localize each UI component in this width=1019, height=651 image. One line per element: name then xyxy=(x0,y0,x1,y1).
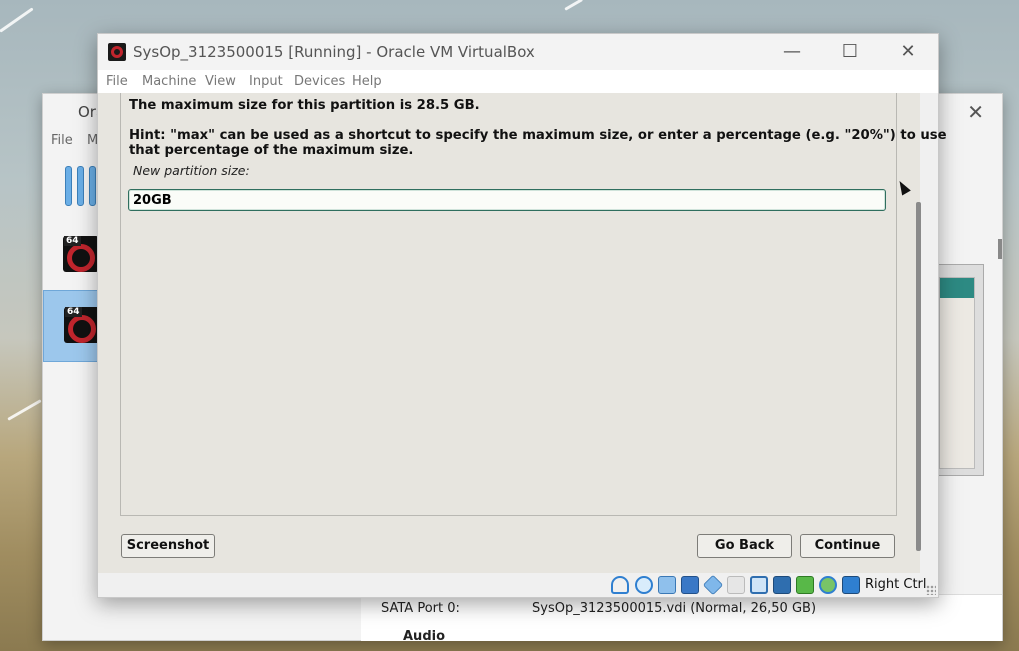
tools-icon[interactable] xyxy=(65,166,101,206)
usb-icon[interactable] xyxy=(702,574,724,596)
vm-preview-thumbnail xyxy=(938,264,984,476)
menu-machine[interactable]: Machine xyxy=(142,74,196,89)
guest-screen[interactable]: The maximum size for this partition is 2… xyxy=(98,93,947,573)
guest-scrollbar[interactable] xyxy=(916,202,921,551)
hard-disk-icon[interactable] xyxy=(611,576,629,594)
audio-section-label: Audio xyxy=(403,629,446,644)
wallpaper-streak xyxy=(0,7,34,33)
vm-menubar: File Machine View Input Devices Help xyxy=(98,70,938,93)
cpu-icon[interactable] xyxy=(819,576,837,594)
screenshot-button[interactable]: Screenshot xyxy=(121,534,215,558)
hint-text-line-1: Hint: "max" can be used as a shortcut to… xyxy=(129,128,947,143)
optical-drive-icon[interactable] xyxy=(635,576,653,594)
vm-list-item[interactable]: 64 xyxy=(43,220,103,290)
network-icon[interactable] xyxy=(681,576,699,594)
wallpaper-streak xyxy=(7,399,42,421)
close-button[interactable]: ✕ xyxy=(888,38,928,66)
vm-statusbar: Right Ctrl xyxy=(98,573,938,597)
minimize-button[interactable]: — xyxy=(772,38,812,66)
manager-scrollbar[interactable] xyxy=(998,239,1002,259)
maximize-button[interactable]: ☐ xyxy=(830,38,870,66)
manager-menu-file[interactable]: File xyxy=(51,133,73,148)
partition-size-input[interactable] xyxy=(128,189,886,211)
vm-window-title: SysOp_3123500015 [Running] - Oracle VM V… xyxy=(133,43,535,61)
display-icon[interactable] xyxy=(750,576,768,594)
mouse-integration-icon[interactable] xyxy=(842,576,860,594)
menu-help[interactable]: Help xyxy=(352,74,382,89)
badge-64: 64 xyxy=(64,236,81,246)
sata-port-value: SysOp_3123500015.vdi (Normal, 26,50 GB) xyxy=(532,601,817,616)
shared-folders-icon[interactable] xyxy=(727,576,745,594)
hint-text-line-2: that percentage of the maximum size. xyxy=(129,143,414,158)
max-size-text: The maximum size for this partition is 2… xyxy=(129,98,480,113)
menu-devices[interactable]: Devices xyxy=(294,74,345,89)
menu-input[interactable]: Input xyxy=(249,74,283,89)
manager-close-icon[interactable]: ✕ xyxy=(967,100,984,124)
resize-grip[interactable] xyxy=(926,585,936,595)
video-capture-icon[interactable] xyxy=(773,576,791,594)
go-back-button[interactable]: Go Back xyxy=(697,534,792,558)
wallpaper-streak xyxy=(564,0,584,11)
vm-list-item-selected[interactable]: 64 xyxy=(43,290,105,362)
continue-button[interactable]: Continue xyxy=(800,534,895,558)
menu-file[interactable]: File xyxy=(106,74,128,89)
partition-size-label: New partition size: xyxy=(133,163,250,178)
host-key-label: Right Ctrl xyxy=(865,577,927,592)
badge-64: 64 xyxy=(65,307,82,317)
recording-icon[interactable] xyxy=(796,576,814,594)
menu-view[interactable]: View xyxy=(205,74,236,89)
virtualbox-icon xyxy=(108,43,126,61)
sata-port-label: SATA Port 0: xyxy=(381,601,460,616)
vm-window[interactable]: SysOp_3123500015 [Running] - Oracle VM V… xyxy=(97,33,947,598)
vm-titlebar[interactable]: SysOp_3123500015 [Running] - Oracle VM V… xyxy=(98,34,938,70)
audio-icon[interactable] xyxy=(658,576,676,594)
